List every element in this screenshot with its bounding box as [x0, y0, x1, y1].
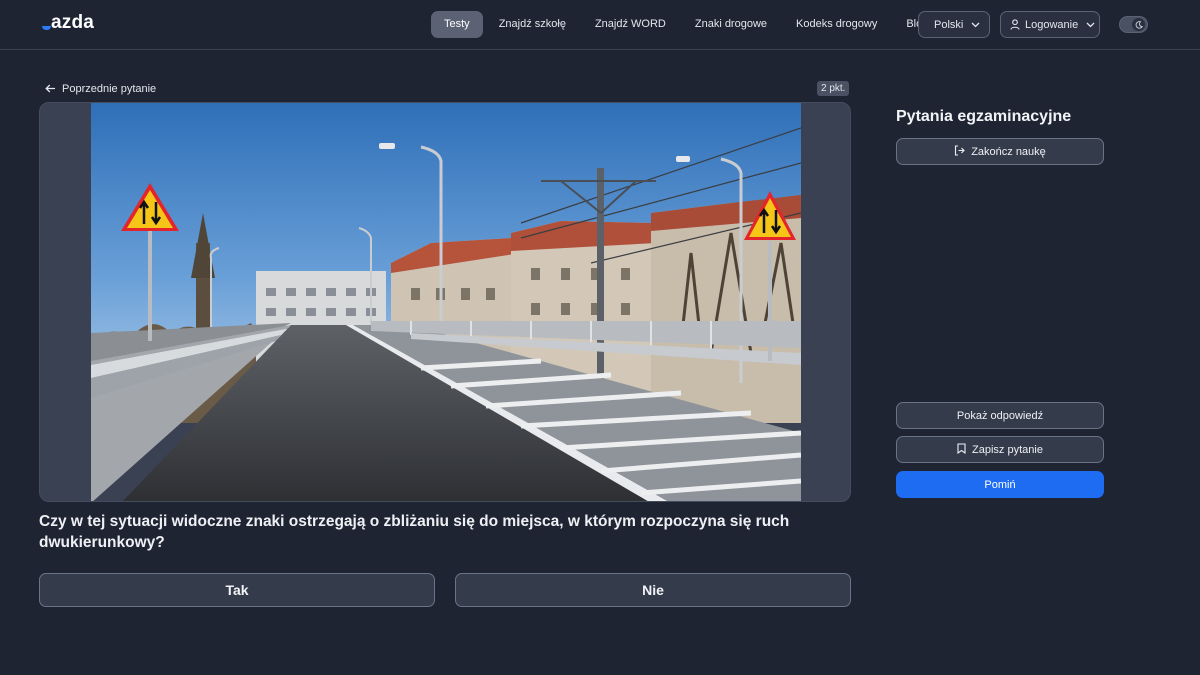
finish-learning-button[interactable]: Zakończ naukę [896, 138, 1104, 165]
jazda-logo[interactable]: azda [42, 12, 94, 34]
question-image [91, 103, 801, 501]
language-select[interactable]: Polski [918, 11, 990, 38]
logo-mark-icon [42, 14, 51, 32]
save-question-label: Zapisz pytanie [972, 443, 1043, 456]
top-navbar: azda Testy Znajdź szkołę Znajdź WORD Zna… [0, 0, 1200, 50]
sidebar-title: Pytania egzaminacyjne [896, 108, 1072, 125]
nav-find-school[interactable]: Znajdź szkołę [486, 11, 579, 38]
nav-find-word[interactable]: Znajdź WORD [582, 11, 679, 38]
show-answer-button[interactable]: Pokaż odpowiedź [896, 402, 1104, 429]
moon-icon [1132, 18, 1145, 31]
arrow-left-icon [45, 82, 56, 96]
login-button[interactable]: Logowanie [1000, 11, 1100, 38]
nav-traffic-code[interactable]: Kodeks drogowy [783, 11, 890, 38]
finish-learning-label: Zakończ naukę [971, 145, 1046, 158]
logo-text: azda [51, 12, 95, 33]
bookmark-icon [957, 442, 966, 457]
show-answer-label: Pokaż odpowiedź [956, 409, 1044, 422]
answer-no-button[interactable]: Nie [455, 573, 851, 607]
main-nav: Testy Znajdź szkołę Znajdź WORD Znaki dr… [431, 11, 944, 38]
user-icon [1010, 19, 1020, 30]
nav-tests[interactable]: Testy [431, 11, 483, 38]
language-label: Polski [934, 18, 964, 31]
theme-toggle[interactable] [1119, 16, 1148, 33]
previous-question-link[interactable]: Poprzednie pytanie [45, 82, 156, 96]
logout-icon [954, 144, 965, 159]
question-image-frame [39, 102, 851, 502]
nav-road-signs[interactable]: Znaki drogowe [682, 11, 780, 38]
chevron-down-icon [1086, 20, 1095, 30]
skip-label: Pomiń [984, 478, 1016, 491]
chevron-down-icon [971, 20, 980, 30]
previous-question-label: Poprzednie pytanie [62, 83, 157, 95]
save-question-button[interactable]: Zapisz pytanie [896, 436, 1104, 463]
answer-yes-button[interactable]: Tak [39, 573, 435, 607]
login-label: Logowanie [1025, 18, 1079, 31]
points-badge: 2 pkt. [817, 81, 850, 96]
skip-button[interactable]: Pomiń [896, 471, 1104, 498]
question-text: Czy w tej sytuacji widoczne znaki ostrze… [39, 513, 790, 551]
